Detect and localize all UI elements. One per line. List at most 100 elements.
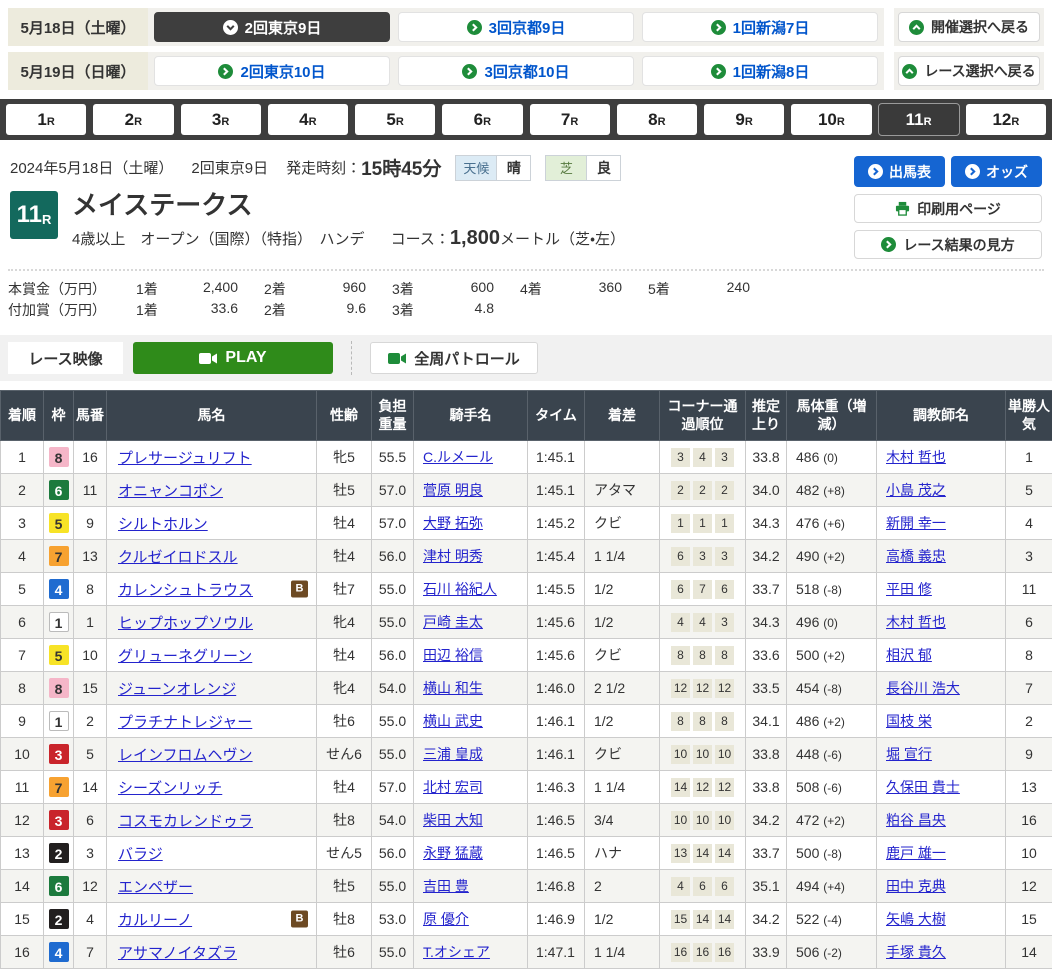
frame-cell: 4 xyxy=(44,936,74,969)
horse-name-link[interactable]: プレサージュリフト xyxy=(118,450,252,467)
trainer-link[interactable]: 小島 茂之 xyxy=(886,482,946,498)
horse-name-link[interactable]: カルリーノ xyxy=(118,912,192,929)
jockey-link[interactable]: 横山 武史 xyxy=(423,713,483,729)
trainer-link[interactable]: 久保田 貴士 xyxy=(886,779,960,795)
corner-positions: 121212 xyxy=(662,679,743,698)
finish-position: 9 xyxy=(1,705,44,738)
meeting-row-sunday: 5月19日（日曜） 2回東京10日 3回京都10日 xyxy=(8,52,1044,90)
trainer-cell: 堀 宣行 xyxy=(877,738,1006,771)
race-tab-4r[interactable]: 4R xyxy=(268,104,348,135)
finish-time: 1:45.6 xyxy=(528,606,585,639)
horse-name-link[interactable]: アサマノイタズラ xyxy=(118,945,237,962)
trainer-link[interactable]: 矢嶋 大樹 xyxy=(886,911,946,927)
horse-name-link[interactable]: クルゼイロドスル xyxy=(118,549,238,566)
corner-positions-cell: 151414 xyxy=(660,903,746,936)
race-tab-label: 11 xyxy=(906,110,924,129)
horse-name-link[interactable]: ジューンオレンジ xyxy=(118,681,236,698)
meeting-button-kyoto9[interactable]: 3回京都9日 xyxy=(398,12,634,42)
horse-name-link[interactable]: コスモカレンドゥラ xyxy=(118,813,253,830)
jockey-link[interactable]: 原 優介 xyxy=(423,911,469,927)
finish-position: 10 xyxy=(1,738,44,771)
jockey-link[interactable]: 横山 和生 xyxy=(423,680,483,696)
race-tab-2r[interactable]: 2R xyxy=(93,104,173,135)
horse-name-link[interactable]: ヒップホップソウル xyxy=(118,615,253,632)
race-tab-12r[interactable]: 12R xyxy=(966,104,1046,135)
horse-name-link[interactable]: エンペザー xyxy=(118,879,193,896)
carried-weight: 57.0 xyxy=(372,507,414,540)
jockey-link[interactable]: 永野 猛蔵 xyxy=(423,845,483,861)
odds-button[interactable]: オッズ xyxy=(951,156,1042,187)
jockey-link[interactable]: 田辺 裕信 xyxy=(423,647,483,663)
jockey-link[interactable]: 津村 明秀 xyxy=(423,548,483,564)
race-video-button[interactable]: レース映像 xyxy=(8,342,123,374)
meeting-button-niigata7[interactable]: 1回新潟7日 xyxy=(642,12,878,42)
trainer-link[interactable]: 堀 宣行 xyxy=(886,746,932,762)
horse-name-link[interactable]: オニャンコポン xyxy=(118,483,223,500)
race-tab-6r[interactable]: 6R xyxy=(442,104,522,135)
jockey-link[interactable]: 戸崎 圭太 xyxy=(423,614,483,630)
patrol-video-button[interactable]: 全周パトロール xyxy=(370,342,538,374)
race-tab-11r[interactable]: 11R xyxy=(879,104,959,135)
jockey-link[interactable]: 菅原 明良 xyxy=(423,482,483,498)
jockey-link[interactable]: 吉田 豊 xyxy=(423,878,469,894)
back-to-meeting-select-button[interactable]: 開催選択へ戻る xyxy=(898,12,1040,42)
jockey-cell: 菅原 明良 xyxy=(414,474,528,507)
horse-name-link[interactable]: レインフロムヘヴン xyxy=(118,747,253,764)
trainer-link[interactable]: 相沢 郁 xyxy=(886,647,932,663)
horse-name-link[interactable]: シルトホルン xyxy=(118,516,208,533)
corner-position-box: 3 xyxy=(693,547,712,566)
jockey-link[interactable]: T.オシェア xyxy=(423,944,490,960)
win-popularity: 13 xyxy=(1006,771,1052,804)
play-button[interactable]: PLAY xyxy=(133,342,333,374)
shutsuba-button[interactable]: 出馬表 xyxy=(854,156,945,187)
horse-name-link[interactable]: グリューネグリーン xyxy=(118,648,252,665)
results-guide-button[interactable]: レース結果の見方 xyxy=(854,230,1042,259)
trainer-link[interactable]: 長谷川 浩大 xyxy=(886,680,960,696)
race-tab-10r[interactable]: 10R xyxy=(791,104,871,135)
meeting-button-kyoto10[interactable]: 3回京都10日 xyxy=(398,56,634,86)
trainer-link[interactable]: 平田 修 xyxy=(886,581,932,597)
jockey-cell: 永野 猛蔵 xyxy=(414,837,528,870)
jockey-link[interactable]: 柴田 大知 xyxy=(423,812,483,828)
race-tab-suffix: R xyxy=(1011,116,1019,128)
trainer-link[interactable]: 木村 哲也 xyxy=(886,449,946,465)
horse-name-link[interactable]: バラジ xyxy=(118,846,163,863)
trainer-link[interactable]: 高橋 義忠 xyxy=(886,548,946,564)
jockey-link[interactable]: 三浦 皇成 xyxy=(423,746,483,762)
trainer-link[interactable]: 粕谷 昌央 xyxy=(886,812,946,828)
print-page-button[interactable]: 印刷用ページ xyxy=(854,194,1042,223)
corner-position-box: 16 xyxy=(671,943,690,962)
carried-weight: 55.0 xyxy=(372,705,414,738)
race-tab-5r[interactable]: 5R xyxy=(355,104,435,135)
jockey-link[interactable]: 北村 宏司 xyxy=(423,779,483,795)
horse-name-link[interactable]: カレンシュトラウス xyxy=(118,582,253,599)
race-tab-9r[interactable]: 9R xyxy=(704,104,784,135)
corner-positions: 466 xyxy=(662,877,743,896)
horse-number: 15 xyxy=(74,672,107,705)
meeting-button-tokyo10[interactable]: 2回東京10日 xyxy=(154,56,390,86)
jockey-link[interactable]: C.ルメール xyxy=(423,449,493,465)
race-tab-1r[interactable]: 1R xyxy=(6,104,86,135)
trainer-link[interactable]: 新開 幸一 xyxy=(886,515,946,531)
horse-number: 11 xyxy=(74,474,107,507)
page-title: メイステークス xyxy=(72,191,625,220)
sex-age: 牡5 xyxy=(317,474,372,507)
jockey-link[interactable]: 大野 拓弥 xyxy=(423,515,483,531)
trainer-link[interactable]: 田中 克典 xyxy=(886,878,946,894)
last-3f-time: 34.1 xyxy=(746,705,787,738)
trainer-link[interactable]: 手塚 貴久 xyxy=(886,944,946,960)
race-tab-3r[interactable]: 3R xyxy=(181,104,261,135)
back-to-race-select-button[interactable]: レース選択へ戻る xyxy=(898,56,1040,86)
corner-position-box: 6 xyxy=(715,877,734,896)
trainer-link[interactable]: 国枝 栄 xyxy=(886,713,932,729)
trainer-link[interactable]: 鹿戸 雄一 xyxy=(886,845,946,861)
meeting-button-niigata8[interactable]: 1回新潟8日 xyxy=(642,56,878,86)
race-tab-7r[interactable]: 7R xyxy=(530,104,610,135)
trainer-link[interactable]: 木村 哲也 xyxy=(886,614,946,630)
jockey-link[interactable]: 石川 裕紀人 xyxy=(423,581,497,597)
horse-name-link[interactable]: プラチナトレジャー xyxy=(118,714,252,731)
meeting-button-tokyo9[interactable]: 2回東京9日 xyxy=(154,12,390,42)
blinkers-badge: B xyxy=(291,581,308,598)
horse-name-link[interactable]: シーズンリッチ xyxy=(118,780,222,797)
race-tab-8r[interactable]: 8R xyxy=(617,104,697,135)
